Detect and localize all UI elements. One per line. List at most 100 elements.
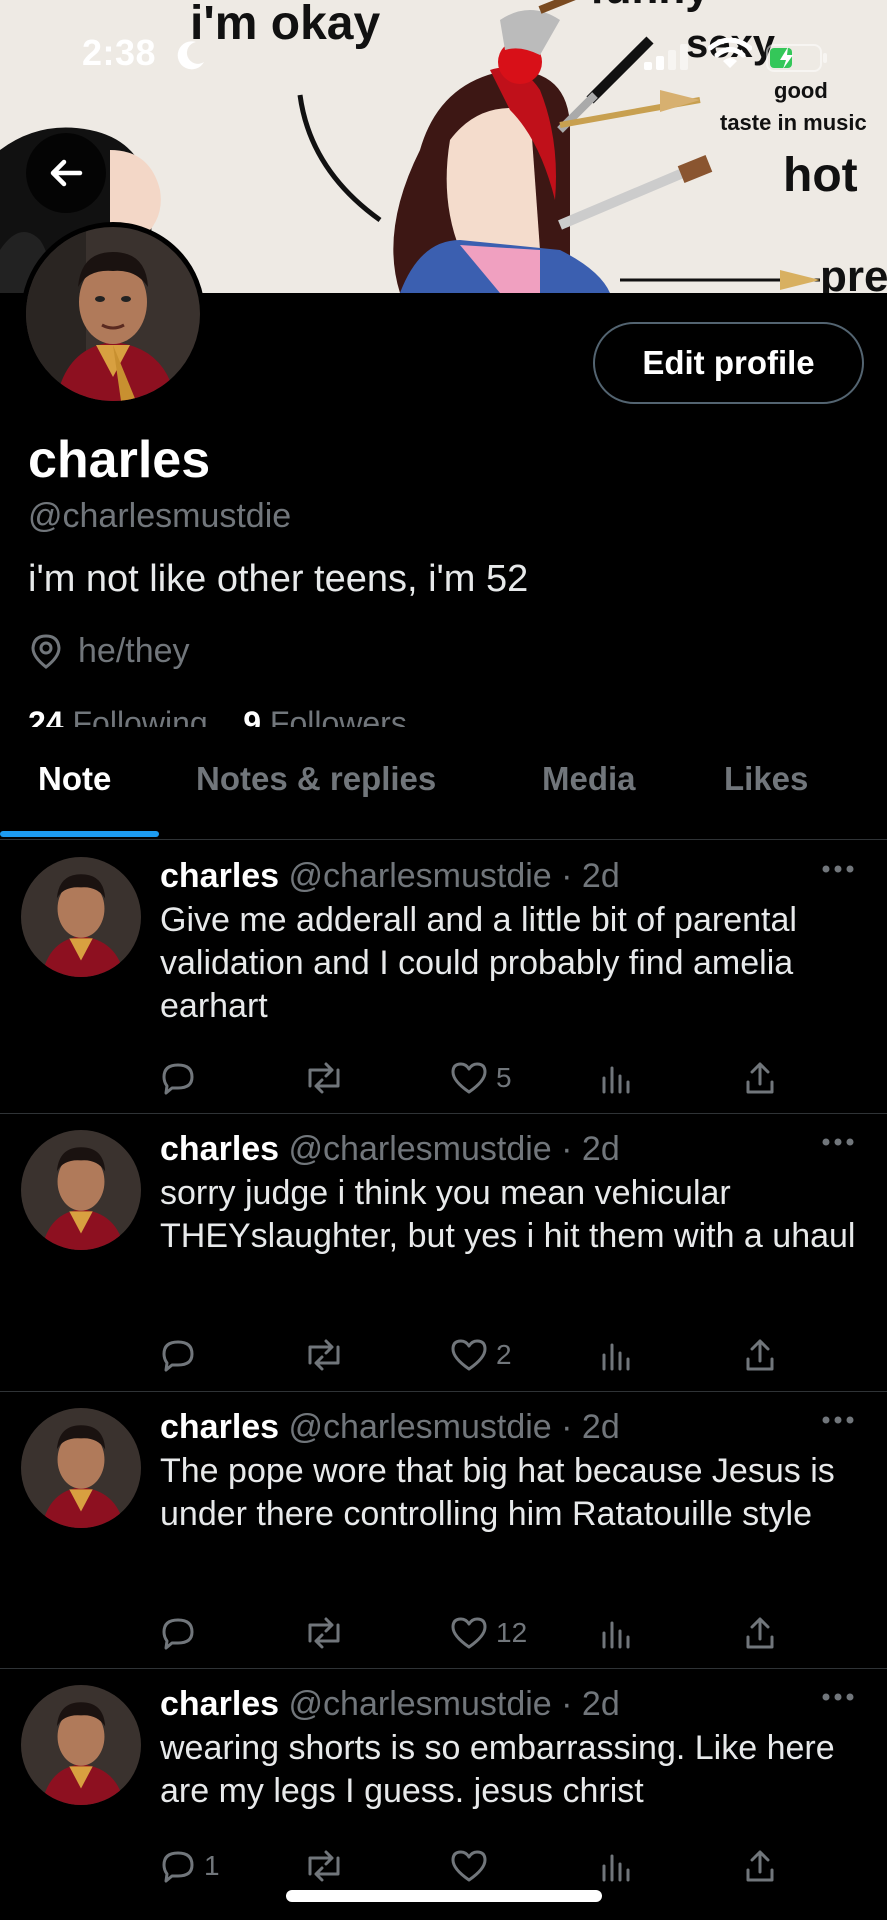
post-actions: 2 xyxy=(160,1333,800,1377)
like-button[interactable]: 12 xyxy=(450,1611,527,1655)
post-text: wearing shorts is so embarrassing. Like … xyxy=(160,1729,835,1810)
retweet-button[interactable] xyxy=(302,1333,346,1377)
like-button[interactable] xyxy=(450,1844,496,1888)
profile-bio: i'm not like other teens, i'm 52 xyxy=(28,558,529,600)
heart-icon xyxy=(451,1617,487,1649)
post-author-name[interactable]: charles xyxy=(160,1685,279,1723)
post-author-name[interactable]: charles xyxy=(160,1408,279,1446)
views-icon xyxy=(602,1343,630,1371)
post-header: charles @charlesmustdie · 2d xyxy=(160,1685,620,1724)
reply-icon xyxy=(162,1063,194,1095)
retweet-icon xyxy=(308,1617,340,1649)
post-header: charles @charlesmustdie · 2d xyxy=(160,857,620,896)
more-icon[interactable] xyxy=(820,1414,856,1426)
views-button[interactable] xyxy=(600,1611,632,1655)
heart-icon xyxy=(451,1062,487,1094)
like-button[interactable]: 5 xyxy=(450,1056,512,1100)
views-icon xyxy=(602,1854,630,1882)
home-indicator[interactable] xyxy=(286,1890,602,1902)
like-count: 2 xyxy=(496,1339,512,1370)
reply-button[interactable] xyxy=(160,1056,204,1100)
post-meta: @charlesmustdie · 2d xyxy=(288,1685,620,1723)
profile-avatar[interactable] xyxy=(21,222,205,406)
post-header: charles @charlesmustdie · 2d xyxy=(160,1130,620,1169)
share-button[interactable] xyxy=(742,1611,778,1655)
banner-text-funny: funny xyxy=(590,0,710,14)
status-time: 2:38 xyxy=(82,32,157,73)
profile-handle: @charlesmustdie xyxy=(28,497,292,535)
post[interactable]: charles @charlesmustdie · 2d The pope wo… xyxy=(0,1392,887,1669)
post-meta: @charlesmustdie · 2d xyxy=(288,1408,620,1446)
profile-location: he/they xyxy=(78,632,190,670)
location-pin-icon xyxy=(31,634,61,669)
views-button[interactable] xyxy=(600,1844,632,1888)
views-button[interactable] xyxy=(600,1333,632,1377)
reply-button[interactable] xyxy=(160,1333,204,1377)
tab-likes[interactable]: Likes xyxy=(724,760,808,798)
tab-notes[interactable]: Note xyxy=(38,760,111,798)
heart-icon xyxy=(451,1850,487,1882)
post-avatar[interactable] xyxy=(21,1685,141,1805)
active-tab-indicator xyxy=(0,831,159,837)
retweet-button[interactable] xyxy=(302,1611,346,1655)
reply-button[interactable] xyxy=(160,1611,204,1655)
post-meta: @charlesmustdie · 2d xyxy=(288,857,620,895)
post[interactable]: charles @charlesmustdie · 2d wearing sho… xyxy=(0,1669,887,1920)
battery-icon xyxy=(766,44,827,72)
avatar-photo xyxy=(21,1408,141,1528)
views-icon xyxy=(602,1066,630,1094)
banner-text-hot: hot xyxy=(783,149,858,202)
post-avatar[interactable] xyxy=(21,1130,141,1250)
like-count: 12 xyxy=(496,1617,528,1648)
tab-media[interactable]: Media xyxy=(542,760,636,798)
share-icon xyxy=(746,1617,774,1649)
moon-icon xyxy=(177,41,204,70)
views-button[interactable] xyxy=(600,1056,632,1100)
share-button[interactable] xyxy=(742,1056,778,1100)
post-avatar[interactable] xyxy=(21,857,141,977)
edit-profile-button[interactable]: Edit profile xyxy=(593,322,864,404)
tab-notes-and-replies[interactable]: Notes & replies xyxy=(196,760,436,798)
share-icon xyxy=(746,1062,774,1094)
post[interactable]: charles @charlesmustdie · 2d sorry judge… xyxy=(0,1114,887,1392)
reply-icon xyxy=(162,1851,194,1883)
retweet-icon xyxy=(308,1062,340,1094)
avatar-photo xyxy=(21,1685,141,1805)
post-text: sorry judge i think you mean vehicular T… xyxy=(160,1174,856,1255)
reply-button[interactable]: 1 xyxy=(160,1844,220,1888)
avatar-photo xyxy=(21,857,141,977)
retweet-button[interactable] xyxy=(302,1056,346,1100)
more-icon[interactable] xyxy=(820,863,856,875)
retweet-button[interactable] xyxy=(302,1844,346,1888)
share-button[interactable] xyxy=(742,1844,778,1888)
profile-name: charles xyxy=(28,431,211,489)
wifi-icon xyxy=(708,38,752,68)
heart-icon xyxy=(451,1339,487,1371)
views-icon xyxy=(602,1621,630,1649)
share-icon xyxy=(746,1339,774,1371)
share-icon xyxy=(746,1850,774,1882)
followers-label: Followers xyxy=(269,705,407,727)
more-icon[interactable] xyxy=(820,1691,856,1703)
following-link[interactable]: 24 Following xyxy=(28,705,208,727)
banner-text-okay: i'm okay xyxy=(190,0,381,50)
followers-count: 9 xyxy=(243,705,262,727)
followers-link[interactable]: 9 Followers xyxy=(243,705,407,727)
profile-tabs: Note Notes & replies Media Likes xyxy=(0,730,887,840)
post-avatar[interactable] xyxy=(21,1408,141,1528)
share-button[interactable] xyxy=(742,1333,778,1377)
avatar-photo xyxy=(21,1130,141,1250)
following-count: 24 xyxy=(28,705,64,727)
post-author-name[interactable]: charles xyxy=(160,857,279,895)
post[interactable]: charles @charlesmustdie · 2d Give me add… xyxy=(0,841,887,1114)
post-meta: @charlesmustdie · 2d xyxy=(288,1130,620,1168)
back-button[interactable] xyxy=(26,133,106,213)
post-header: charles @charlesmustdie · 2d xyxy=(160,1408,620,1447)
back-arrow-icon xyxy=(50,159,83,187)
banner-text-good: good xyxy=(774,78,828,103)
more-icon[interactable] xyxy=(820,1136,856,1148)
post-author-name[interactable]: charles xyxy=(160,1130,279,1168)
reply-icon xyxy=(162,1340,194,1372)
like-button[interactable]: 2 xyxy=(450,1333,512,1377)
banner-text-pret: pret xyxy=(820,252,887,293)
